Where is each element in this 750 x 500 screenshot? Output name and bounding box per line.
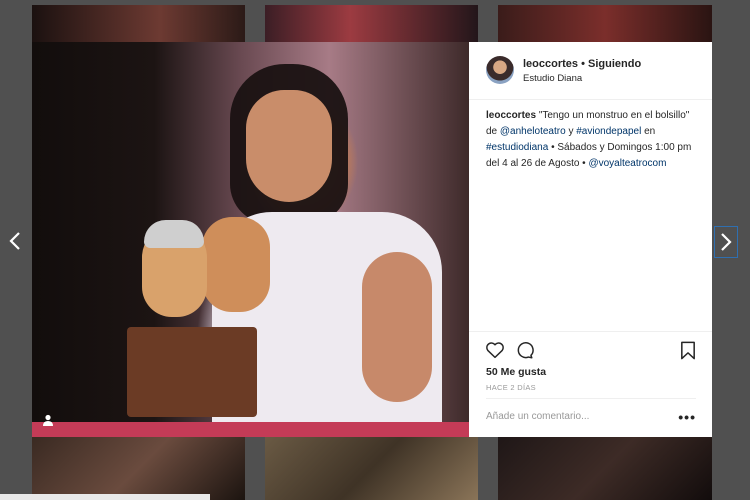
previous-post-button[interactable] (4, 226, 26, 256)
comment-icon[interactable] (514, 341, 534, 359)
more-options-button[interactable]: ••• (678, 409, 696, 425)
grid-thumbnail[interactable] (32, 437, 245, 500)
post-header: leoccortes • Siguiendo Estudio Diana (469, 42, 712, 100)
grid-thumbnail[interactable] (498, 5, 712, 42)
next-post-button[interactable] (714, 226, 738, 258)
grid-thumbnail[interactable] (498, 437, 712, 500)
caption-author[interactable]: leoccortes (486, 110, 536, 121)
grid-thumbnail[interactable] (265, 437, 478, 500)
grid-thumbnail[interactable] (32, 5, 245, 42)
chevron-left-icon (9, 232, 20, 250)
caption-text: y (568, 126, 574, 137)
post-photo[interactable] (32, 42, 469, 437)
bookmark-icon[interactable] (680, 341, 696, 360)
hashtag-link[interactable]: #aviondepapel (576, 126, 641, 137)
username-link[interactable]: leoccortes (523, 58, 578, 70)
heart-icon[interactable] (485, 341, 505, 359)
caption-text: en (644, 126, 656, 137)
hashtag-link[interactable]: #estudiodiana (486, 142, 548, 153)
comment-input[interactable] (486, 411, 646, 422)
post-modal: leoccortes • Siguiendo Estudio Diana leo… (32, 42, 712, 437)
location-link[interactable]: Estudio Diana (523, 73, 582, 84)
post-timestamp[interactable]: HACE 2 DÍAS (486, 383, 536, 392)
status-bar (0, 494, 210, 500)
grid-thumbnail[interactable] (265, 5, 478, 42)
following-button[interactable]: Siguiendo (588, 58, 641, 70)
post-sidebar: leoccortes • Siguiendo Estudio Diana leo… (469, 42, 712, 437)
mention-link[interactable]: @anheloteatro (500, 126, 566, 137)
comment-form: ••• (486, 398, 696, 438)
like-count[interactable]: 50 Me gusta (486, 366, 546, 378)
user-tag-icon[interactable] (42, 414, 54, 426)
separator-dot: • (581, 58, 585, 70)
chevron-right-icon (721, 233, 732, 251)
avatar[interactable] (486, 56, 514, 84)
mention-link[interactable]: @voyalteatrocom (588, 158, 666, 169)
post-actions: 50 Me gusta HACE 2 DÍAS ••• (469, 331, 712, 438)
post-caption: leoccortes "Tengo un monstruo en el bols… (486, 108, 702, 172)
